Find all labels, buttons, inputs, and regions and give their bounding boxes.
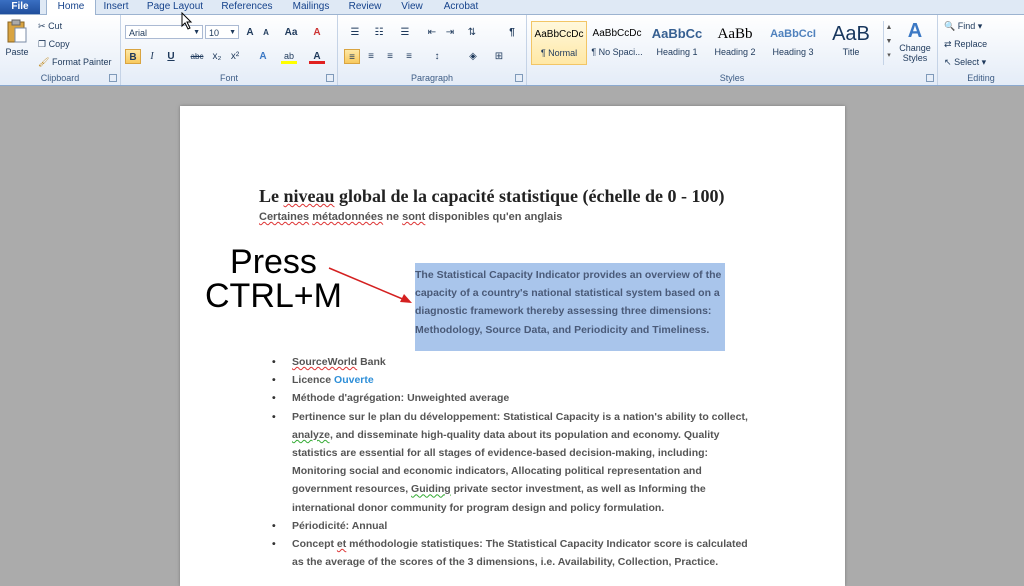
mouse-cursor-icon xyxy=(181,12,193,30)
annotation-arrow-icon xyxy=(328,267,412,303)
